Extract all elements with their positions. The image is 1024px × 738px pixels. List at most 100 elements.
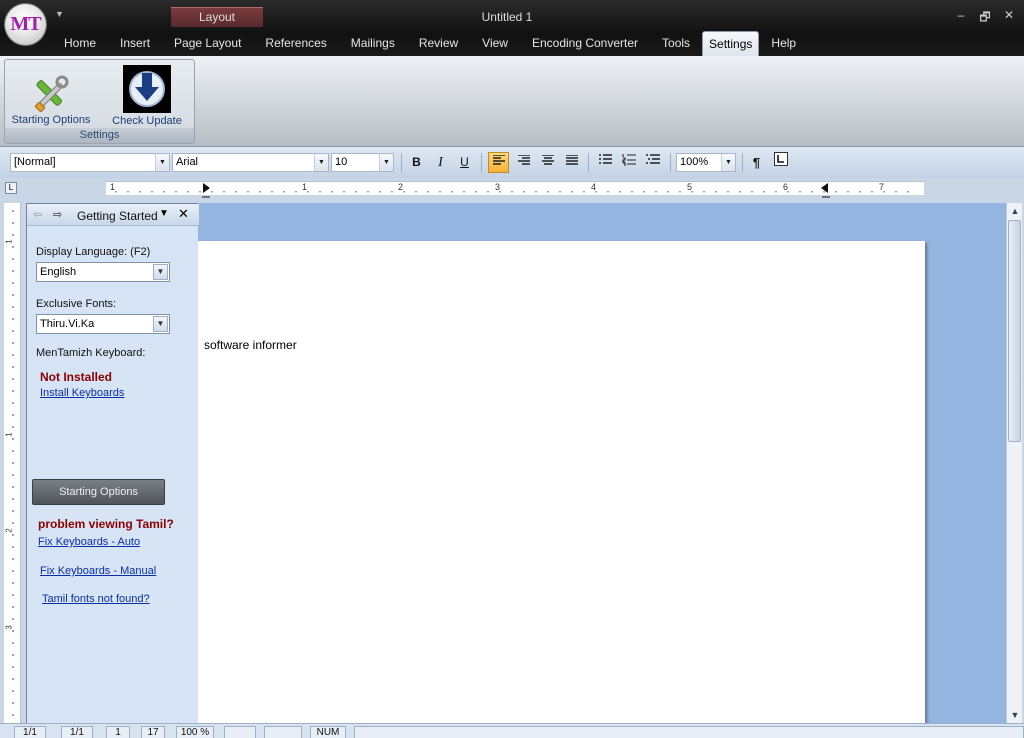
font-size-combo[interactable]: 10 ▼ [331,153,394,172]
task-pane-header: ⇦ ⇨ Getting Started ▼ ✕ [27,204,199,226]
show-formatting-button[interactable]: ¶ [746,152,767,173]
keyboard-label: MenTamizh Keyboard: [36,347,146,359]
window-controls: – 🗗 ✕ [954,8,1016,29]
restore-icon[interactable]: 🗗 [978,8,992,29]
scroll-up-icon[interactable]: ▲ [1007,203,1023,219]
document-page[interactable]: software informer [196,241,925,731]
justify-icon [565,154,578,165]
font-size-value: 10 [335,156,348,168]
menu-settings[interactable]: Settings [702,31,760,56]
close-icon[interactable]: ✕ [178,206,189,222]
starting-options-button[interactable]: Starting Options [9,62,93,126]
tab-stop-button[interactable] [770,152,791,173]
multilevel-list-button[interactable] [642,152,663,173]
problem-heading: problem viewing Tamil? [38,517,174,531]
scroll-down-icon[interactable]: ▼ [1007,707,1023,723]
status-zoom: 100 % [176,726,214,738]
multilevel-list-icon [645,154,660,164]
menu-mailings[interactable]: Mailings [339,30,407,56]
ruler-number: 7 [879,182,885,192]
bullet-list-icon [598,154,612,164]
underline-button[interactable]: U [454,152,475,173]
menu-page-layout[interactable]: Page Layout [162,30,253,56]
check-update-button[interactable]: Check Update [111,62,183,127]
toolbar-separator [481,153,482,172]
italic-button[interactable]: I [430,152,451,173]
align-left-button[interactable] [488,152,509,173]
first-line-indent-marker[interactable] [202,183,212,199]
ruler-ticks [115,191,909,193]
vertical-ruler[interactable]: 1 1 2 3 [4,203,21,723]
toolbar-separator [742,153,743,172]
align-center-button[interactable] [537,152,558,173]
justify-button[interactable] [561,152,582,173]
menu-review[interactable]: Review [407,30,470,56]
bold-button[interactable]: B [406,152,427,173]
title-bar: MT ▼ Layout Untitled 1 – 🗗 ✕ Home Insert… [0,0,1024,56]
vertical-ruler-number: 1 [4,432,14,437]
menu-view[interactable]: View [470,30,520,56]
tools-icon [31,74,71,114]
status-num-lock: NUM [310,726,346,738]
menu-insert[interactable]: Insert [108,30,162,56]
font-combo[interactable]: Arial ▼ [172,153,329,172]
menu-tools[interactable]: Tools [650,30,702,56]
vertical-scrollbar[interactable]: ▲ ▼ [1006,203,1022,723]
exclusive-fonts-value: Thiru.Vi.Ka [40,318,95,330]
numbered-list-button[interactable] [618,152,639,173]
task-pane: ⇦ ⇨ Getting Started ▼ ✕ Display Language… [26,203,199,723]
exclusive-fonts-label: Exclusive Fonts: [36,298,117,310]
close-window-icon[interactable]: ✕ [1002,8,1016,29]
chevron-down-icon[interactable]: ▼ [153,316,168,332]
align-right-button[interactable] [513,152,534,173]
ruler-number: 4 [591,182,597,192]
fix-keyboards-manual-link[interactable]: Fix Keyboards - Manual [40,565,156,577]
horizontal-ruler[interactable]: 1 1 2 3 4 5 6 7 [106,181,924,198]
chevron-down-icon[interactable]: ▼ [155,154,169,171]
pane-menu-icon[interactable]: ▼ [159,208,169,219]
numbered-list-icon [621,154,636,166]
menu-encoding-converter[interactable]: Encoding Converter [520,30,650,56]
tab-selector[interactable]: L [5,182,17,194]
chevron-down-icon[interactable]: ▼ [153,264,168,280]
install-keyboards-link[interactable]: Install Keyboards [40,387,124,399]
status-cell-empty [264,726,302,738]
menu-references[interactable]: References [253,30,338,56]
menu-home[interactable]: Home [52,30,108,56]
ruler-number: 6 [783,182,789,192]
bullet-list-button[interactable] [594,152,615,173]
exclusive-fonts-select[interactable]: Thiru.Vi.Ka ▼ [36,314,170,334]
toolbar-separator [588,153,589,172]
starting-options-pane-button[interactable]: Starting Options [32,479,165,505]
forward-arrow-icon[interactable]: ⇨ [53,208,62,221]
zoom-combo[interactable]: 100% ▼ [676,153,736,172]
ruler-number: 3 [495,182,501,192]
ribbon-group-label: Settings [5,128,194,143]
align-right-icon [517,154,530,165]
ribbon: Starting Options Check Update Settings [0,56,1024,147]
fix-keyboards-auto-link[interactable]: Fix Keyboards - Auto [38,536,140,548]
minimize-icon[interactable]: – [954,8,968,29]
chevron-down-icon[interactable]: ▼ [721,154,735,171]
vertical-ruler-number: 3 [4,625,14,630]
back-arrow-icon[interactable]: ⇦ [33,208,42,221]
vertical-ruler-number: 2 [4,528,14,533]
tamil-fonts-not-found-link[interactable]: Tamil fonts not found? [42,593,150,605]
menu-help[interactable]: Help [759,30,808,56]
format-toolbar: [Normal] ▼ Arial ▼ 10 ▼ B I U 100% ▼ ¶ [0,147,1024,178]
display-language-value: English [40,266,77,278]
align-left-icon [492,154,505,165]
chevron-down-icon[interactable]: ▼ [314,154,328,171]
scrollbar-thumb[interactable] [1008,220,1021,442]
ruler-number: 1 [302,182,308,192]
style-combo-value: [Normal] [14,156,56,168]
chevron-down-icon[interactable]: ▼ [379,154,393,171]
status-message [354,726,1024,738]
document-body-text[interactable]: software informer [204,338,297,352]
font-combo-value: Arial [176,156,199,168]
right-indent-marker[interactable] [820,183,830,199]
vertical-ruler-number: 1 [4,239,14,244]
display-language-select[interactable]: English ▼ [36,262,170,282]
style-combo[interactable]: [Normal] ▼ [10,153,170,172]
ruler-number: 5 [687,182,693,192]
